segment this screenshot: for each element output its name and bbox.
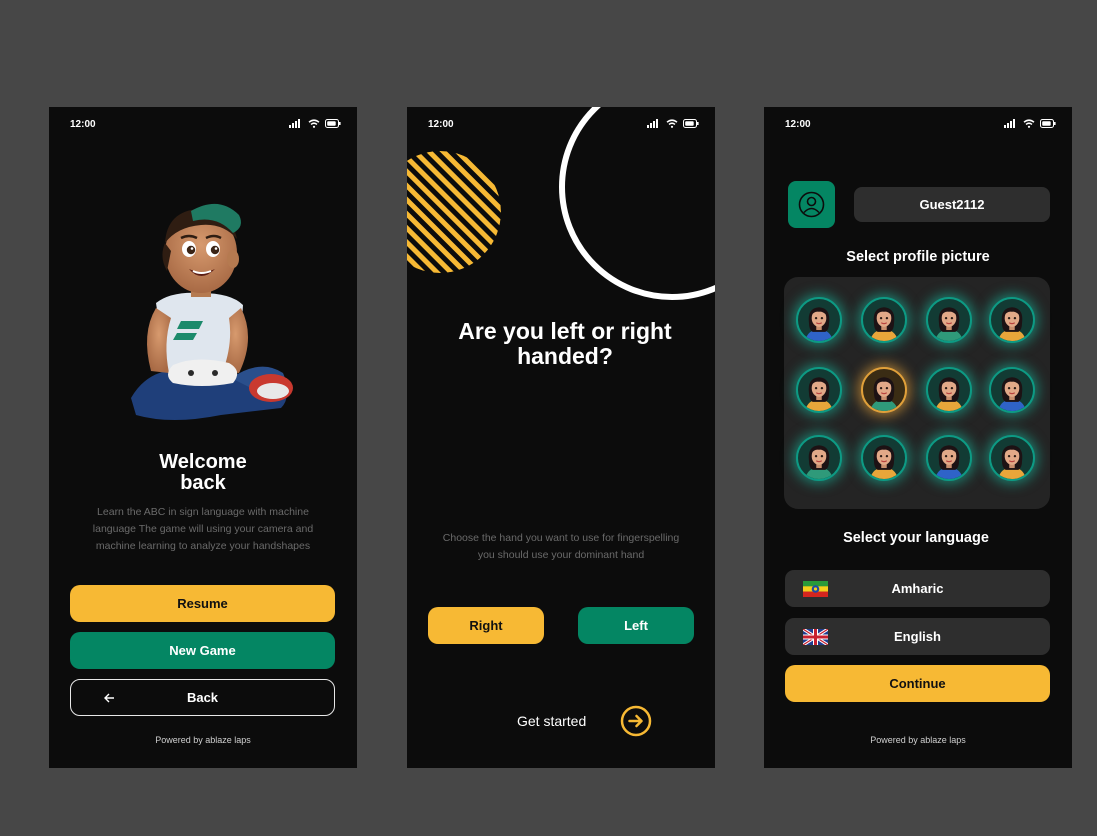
back-button[interactable]: Back <box>70 679 335 716</box>
girl-avatar-icon <box>998 307 1026 341</box>
avatar-grid <box>784 277 1050 509</box>
signal-icon <box>647 119 658 128</box>
status-icons <box>1004 119 1056 128</box>
girl-avatar-icon <box>805 377 833 411</box>
girl-avatar-icon <box>870 307 898 341</box>
wifi-icon <box>308 119 320 128</box>
profile-setup-screen: 12:00 Guest2112 Select profile picture S… <box>764 107 1072 768</box>
powered-by-text: Powered by ablaze laps <box>155 735 251 745</box>
handedness-screen: 12:00 Are you left or right handed? Choo… <box>407 107 715 768</box>
profile-avatar-button[interactable] <box>788 181 835 228</box>
language-option-amharic[interactable]: Amharic <box>785 570 1050 607</box>
right-hand-button[interactable]: Right <box>428 607 544 644</box>
back-button-label: Back <box>186 690 219 705</box>
avatar-option[interactable] <box>861 367 907 413</box>
language-option-english[interactable]: English <box>785 618 1050 655</box>
avatar-option[interactable] <box>926 435 972 481</box>
select-profile-picture-label: Select profile picture <box>846 249 990 265</box>
ring-decoration <box>559 107 715 300</box>
avatar-option[interactable] <box>861 297 907 343</box>
avatar-option[interactable] <box>796 297 842 343</box>
welcome-title-line1: Welcome <box>159 451 247 473</box>
status-time: 12:00 <box>70 119 96 130</box>
handedness-question: Are you left or right handed? <box>458 318 672 369</box>
status-icons <box>647 119 699 128</box>
girl-avatar-icon <box>870 377 898 411</box>
battery-icon <box>325 119 341 128</box>
avatar-option[interactable] <box>989 435 1035 481</box>
left-hand-button[interactable]: Left <box>578 607 694 644</box>
user-icon <box>798 191 825 218</box>
avatar-option[interactable] <box>989 297 1035 343</box>
avatar-option[interactable] <box>926 367 972 413</box>
girl-avatar-icon <box>870 445 898 479</box>
continue-button[interactable]: Continue <box>785 665 1050 702</box>
welcome-description: Learn the ABC in sign language with mach… <box>92 506 314 552</box>
girl-avatar-icon <box>998 377 1026 411</box>
handedness-description: Choose the hand you want to use for fing… <box>442 532 680 561</box>
ethiopia-flag-icon <box>803 581 828 597</box>
battery-icon <box>1040 119 1056 128</box>
girl-avatar-icon <box>935 445 963 479</box>
arrow-right-circle-icon[interactable] <box>620 705 652 737</box>
powered-by-text: Powered by ablaze laps <box>870 735 966 745</box>
girl-avatar-icon <box>998 445 1026 479</box>
username-field[interactable]: Guest2112 <box>854 187 1050 222</box>
girl-avatar-icon <box>805 445 833 479</box>
striped-circle-decoration <box>407 151 501 273</box>
signal-icon <box>289 119 300 128</box>
welcome-screen: 12:00 Welcome back Learn the ABC in sign… <box>49 107 357 768</box>
girl-avatar-icon <box>805 307 833 341</box>
girl-avatar-icon <box>935 307 963 341</box>
avatar-option[interactable] <box>926 297 972 343</box>
signal-icon <box>1004 119 1015 128</box>
welcome-title: Welcome back <box>49 452 357 494</box>
wifi-icon <box>666 119 678 128</box>
status-time: 12:00 <box>428 119 454 130</box>
girl-avatar-icon <box>935 377 963 411</box>
avatar-option[interactable] <box>796 367 842 413</box>
arrow-left-icon <box>104 693 114 703</box>
new-game-button[interactable]: New Game <box>70 632 335 669</box>
uk-flag-icon <box>803 629 828 645</box>
get-started-label[interactable]: Get started <box>517 713 586 729</box>
boy-gamer-illustration <box>131 203 293 420</box>
wifi-icon <box>1023 119 1035 128</box>
select-language-label: Select your language <box>843 530 989 546</box>
welcome-title-line2: back <box>180 472 226 494</box>
battery-icon <box>683 119 699 128</box>
status-time: 12:00 <box>785 119 811 130</box>
avatar-option[interactable] <box>796 435 842 481</box>
status-icons <box>289 119 341 128</box>
avatar-option[interactable] <box>989 367 1035 413</box>
resume-button[interactable]: Resume <box>70 585 335 622</box>
avatar-option[interactable] <box>861 435 907 481</box>
